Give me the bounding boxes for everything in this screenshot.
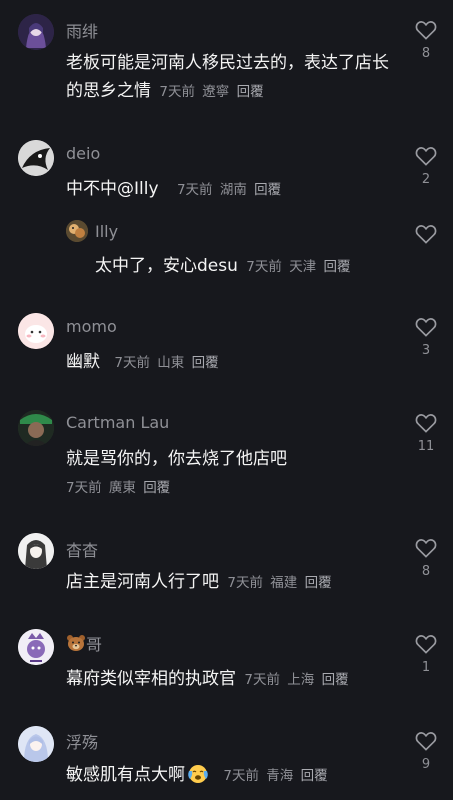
reply-button[interactable]: 回覆: [237, 84, 264, 100]
comment-time: 7天前: [223, 768, 259, 784]
heart-icon: [415, 147, 437, 166]
comment-time: 7天前: [246, 259, 282, 275]
comment-meta: 7天前 上海 回覆: [241, 672, 348, 688]
comment-location: 山東: [157, 355, 185, 371]
comment-text: 太中了，安心desu: [95, 256, 238, 276]
like-button[interactable]: 1: [415, 634, 437, 675]
comment-time: 7天前: [227, 575, 263, 591]
reply-button[interactable]: 回覆: [322, 672, 349, 688]
avatar[interactable]: [18, 14, 54, 50]
comment-body: 就是骂你的，你去烧了他店吧 7天前 廣東 回覆: [66, 445, 396, 502]
like-count: 8: [421, 46, 431, 61]
comment-meta: 7天前 遼寧 回覆: [156, 84, 263, 100]
like-button[interactable]: 2: [415, 146, 437, 187]
reply-button[interactable]: 回覆: [143, 480, 170, 496]
avatar[interactable]: [18, 726, 54, 762]
comment-meta: 7天前 山東 回覆: [111, 355, 218, 371]
avatar[interactable]: [18, 629, 54, 665]
heart-icon: [415, 732, 437, 751]
heart-icon: [415, 635, 437, 654]
avatar[interactable]: [66, 220, 88, 242]
comment-location: 廣東: [108, 480, 136, 496]
heart-icon: [415, 414, 437, 433]
heart-icon: [415, 21, 437, 40]
username-text: 哥: [86, 635, 103, 654]
like-button[interactable]: [415, 224, 437, 244]
comment-username[interactable]: 杳杳: [66, 537, 98, 561]
like-count: 2: [421, 172, 431, 187]
avatar[interactable]: [18, 533, 54, 569]
like-button[interactable]: 8: [415, 20, 437, 61]
comment-username[interactable]: 哥: [66, 631, 102, 655]
comment-text: 敏感肌有点大啊: [66, 765, 185, 785]
like-button[interactable]: 3: [415, 317, 437, 358]
avatar[interactable]: [18, 140, 54, 176]
reply-button[interactable]: 回覆: [254, 182, 281, 198]
comment-username[interactable]: Illy: [95, 222, 118, 241]
comment-time: 7天前: [159, 84, 195, 100]
comment-body: 老板可能是河南人移民过去的，表达了店长的思乡之情 7天前 遼寧 回覆: [66, 49, 396, 106]
comment-item: momo 幽默 7天前 山東 回覆 3: [0, 305, 453, 385]
comment-item: Cartman Lau 就是骂你的，你去烧了他店吧 7天前 廣東 回覆 11: [0, 400, 453, 500]
like-count: 9: [421, 757, 431, 772]
avatar[interactable]: [18, 313, 54, 349]
avatar[interactable]: [18, 410, 54, 446]
comment-username[interactable]: deio: [66, 144, 100, 163]
like-button[interactable]: 8: [415, 538, 437, 579]
like-count: 11: [417, 439, 435, 454]
comment-time: 7天前: [176, 182, 213, 198]
reply-button[interactable]: 回覆: [192, 355, 219, 371]
comment-body: 店主是河南人行了吧 7天前 福建 回覆: [66, 568, 396, 597]
like-button[interactable]: 9: [415, 731, 437, 772]
comment-username[interactable]: 浮殇: [66, 729, 98, 753]
heart-icon: [415, 539, 437, 558]
heart-icon: [415, 225, 437, 244]
comment-text: 就是骂你的，你去烧了他店吧: [66, 449, 287, 469]
comment-time: 7天前: [66, 480, 102, 496]
comment-meta: 7天前 廣東 回覆: [66, 480, 170, 496]
comment-body: 太中了，安心desu 7天前 天津 回覆: [95, 252, 395, 281]
comment-time: 7天前: [114, 355, 150, 371]
crying-face-icon: [187, 762, 209, 784]
comment-meta: 7天前 湖南 回覆: [174, 182, 281, 198]
like-count: 3: [421, 343, 431, 358]
comment-item: 雨绯 老板可能是河南人移民过去的，表达了店长的思乡之情 7天前 遼寧 回覆 8: [0, 0, 453, 120]
heart-icon: [415, 318, 437, 337]
reply-button[interactable]: 回覆: [305, 575, 332, 591]
comment-meta: 7天前 天津 回覆: [243, 259, 350, 275]
comment-location: 遼寧: [202, 84, 230, 100]
comment-item: 浮殇 敏感肌有点大啊 7天前 青海 回覆 9: [0, 716, 453, 800]
comment-location: 天津: [289, 259, 317, 275]
comment-location: 福建: [270, 575, 298, 591]
like-count: 1: [421, 660, 431, 675]
comment-text: 中不中@Illy: [66, 179, 159, 199]
like-count: 8: [421, 564, 431, 579]
comment-text: 幕府类似宰相的执政官: [66, 669, 236, 689]
comment-location: 青海: [266, 768, 294, 784]
comment-body: 幕府类似宰相的执政官 7天前 上海 回覆: [66, 665, 396, 694]
comment-meta: 7天前 青海 回覆: [220, 768, 327, 784]
comment-item: 哥 幕府类似宰相的执政官 7天前 上海 回覆 1: [0, 620, 453, 700]
reply-item: Illy 太中了，安心desu 7天前 天津 回覆: [0, 210, 453, 290]
comment-text: 店主是河南人行了吧: [66, 572, 219, 592]
comment-body: 幽默 7天前 山東 回覆: [66, 348, 396, 377]
comment-username[interactable]: Cartman Lau: [66, 413, 169, 432]
comment-location: 上海: [287, 672, 315, 688]
reply-button[interactable]: 回覆: [301, 768, 328, 784]
comment-item: 杳杳 店主是河南人行了吧 7天前 福建 回覆 8: [0, 525, 453, 605]
comment-text: 幽默: [66, 352, 100, 372]
comment-time: 7天前: [244, 672, 280, 688]
bear-face-icon: [67, 635, 85, 651]
comment-body: 中不中@Illy 7天前 湖南 回覆: [66, 175, 396, 204]
comment-meta: 7天前 福建 回覆: [224, 575, 331, 591]
comment-body: 敏感肌有点大啊 7天前 青海 回覆: [66, 761, 396, 790]
comment-username[interactable]: momo: [66, 317, 117, 336]
comment-item: deio 中不中@Illy 7天前 湖南 回覆 2: [0, 130, 453, 210]
comment-location: 湖南: [219, 182, 247, 198]
comment-username[interactable]: 雨绯: [66, 18, 98, 42]
reply-button[interactable]: 回覆: [323, 259, 350, 275]
like-button[interactable]: 11: [415, 413, 437, 454]
